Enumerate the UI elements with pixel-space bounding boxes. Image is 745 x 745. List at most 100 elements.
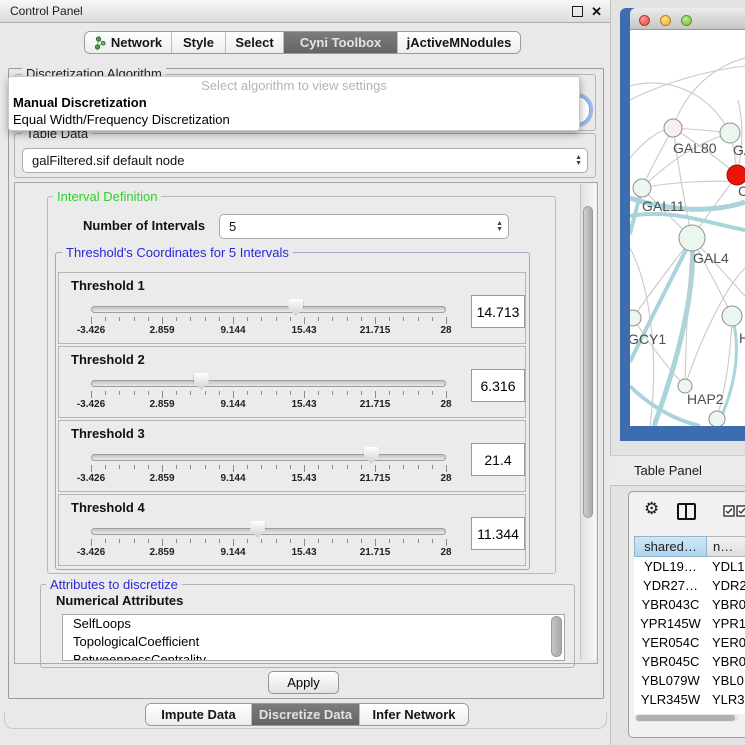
table-hscrollbar-thumb[interactable] (636, 715, 735, 721)
tick-mark (176, 539, 177, 543)
slider-track[interactable] (91, 306, 446, 313)
slider-track[interactable] (91, 528, 446, 535)
table-row[interactable]: YPR145WYPR1 (634, 614, 745, 633)
tick-label: 28 (440, 399, 451, 410)
tick-mark (134, 539, 135, 543)
tick-mark (347, 391, 348, 395)
network-node-gal11[interactable] (633, 179, 651, 197)
tick-mark (318, 391, 319, 395)
tick-mark (119, 465, 120, 469)
tab-discretize-data[interactable]: Discretize Data (251, 704, 359, 725)
attributes-scrollbar-thumb[interactable] (551, 616, 562, 657)
tick-label: 21.715 (360, 325, 391, 336)
threshold-label: Threshold 2 (71, 352, 145, 367)
zoom-window-icon[interactable] (681, 15, 692, 26)
list-item[interactable]: BetweennessCentrality (63, 651, 564, 661)
attributes-list[interactable]: SelfLoopsTopologicalCoefficientBetweenne… (62, 614, 565, 661)
table-hscrollbar[interactable] (635, 714, 738, 722)
thresholds-group-title: Threshold's Coordinates for 5 Intervals (62, 246, 293, 259)
cell-shared-name: YBL079W (634, 671, 707, 690)
slider-thumb[interactable] (288, 299, 303, 316)
tick-mark (389, 465, 390, 469)
tab-select[interactable]: Select (225, 32, 283, 53)
num-intervals-spinner[interactable]: 5 ▲▼ (219, 214, 509, 239)
network-edge[interactable] (642, 128, 673, 188)
table-header-shared-name[interactable]: shared… (634, 536, 707, 557)
table-header-name[interactable]: n… (707, 536, 745, 557)
gear-icon[interactable]: ⚙ (644, 499, 659, 519)
list-item[interactable]: SelfLoops (63, 615, 564, 633)
network-node-gal80[interactable] (664, 119, 682, 137)
network-node-c[interactable] (727, 165, 745, 185)
tick-mark (91, 539, 92, 546)
tab-infer-network[interactable]: Infer Network (359, 704, 468, 725)
tick-label: 28 (440, 547, 451, 558)
tick-mark (148, 391, 149, 395)
tick-mark (304, 317, 305, 324)
split-columns-icon[interactable] (677, 503, 696, 520)
tick-mark (233, 539, 234, 546)
tab-jactivemnodules[interactable]: jActiveMNodules (397, 32, 520, 53)
cell-shared-name: YER054C (634, 633, 707, 652)
table-row[interactable]: YER054CYER0 (634, 633, 745, 652)
tick-mark (219, 317, 220, 321)
apply-button[interactable]: Apply (268, 671, 339, 694)
tab-style[interactable]: Style (171, 32, 225, 53)
network-node-gcy1[interactable] (630, 310, 641, 326)
slider-track[interactable] (91, 380, 446, 387)
algorithm-option[interactable]: Manual Discretization (9, 94, 579, 111)
threshold-slider-group: Threshold 4-3.4262.8599.14415.4321.71528… (58, 494, 526, 566)
network-graph[interactable]: GAL80GACGAL11GAL4GCY1HHAP2 (630, 30, 745, 426)
slider-track[interactable] (91, 454, 446, 461)
tick-mark (446, 391, 447, 398)
close-panel-icon[interactable]: ✕ (591, 1, 602, 23)
tick-mark (418, 539, 419, 543)
checkbox-icon[interactable] (736, 505, 745, 517)
tab-impute-data[interactable]: Impute Data (146, 704, 251, 725)
network-node-gal4[interactable] (679, 225, 705, 251)
threshold-value-field[interactable]: 11.344 (471, 517, 525, 550)
algorithm-hint: Select algorithm to view settings (9, 77, 579, 94)
tick-mark (148, 539, 149, 543)
tab-network[interactable]: Network (85, 32, 171, 53)
network-node[interactable] (709, 411, 725, 426)
slider-thumb[interactable] (250, 521, 265, 538)
table-row[interactable]: YDL19…YDL1 (634, 557, 745, 576)
table-data-combobox[interactable]: galFiltered.sif default node ▲▼ (22, 148, 588, 173)
threshold-value-field[interactable]: 6.316 (471, 369, 525, 402)
tick-mark (233, 317, 234, 324)
table-row[interactable]: YLR345WYLR3 (634, 690, 745, 709)
slider-thumb[interactable] (194, 373, 209, 390)
close-window-icon[interactable] (639, 15, 650, 26)
network-window-titlebar[interactable] (630, 8, 745, 30)
settings-scrollbar[interactable] (580, 184, 596, 660)
threshold-value-field[interactable]: 21.4 (471, 443, 525, 476)
network-node-label: C (738, 183, 745, 199)
minimize-window-icon[interactable] (660, 15, 671, 26)
network-edge[interactable] (673, 58, 745, 128)
list-item[interactable]: TopologicalCoefficient (63, 633, 564, 651)
settings-scrollbar-thumb[interactable] (583, 206, 593, 518)
node-table[interactable]: YDL19…YDL1YDR27…YDR2YBR043CYBR0YPR145WYP… (634, 536, 745, 714)
table-row[interactable]: YBR043CYBR0 (634, 595, 745, 614)
tick-mark (162, 539, 163, 546)
network-node-h[interactable] (722, 306, 742, 326)
slider-thumb[interactable] (364, 447, 379, 464)
table-row[interactable]: YDR27…YDR2 (634, 576, 745, 595)
network-canvas[interactable]: GAL80GACGAL11GAL4GCY1HHAP2 (630, 30, 745, 426)
tick-mark (389, 391, 390, 395)
threshold-value-field[interactable]: 14.713 (471, 295, 525, 328)
cell-name: YBL0 (712, 671, 744, 690)
table-row[interactable]: YBL079W YBL0 (634, 671, 745, 690)
table-row[interactable]: YBR045CYBR0 (634, 652, 745, 671)
float-panel-icon[interactable] (572, 6, 583, 17)
tick-mark (276, 539, 277, 543)
tab-cyni-toolbox[interactable]: Cyni Toolbox (283, 32, 397, 53)
network-node-ga[interactable] (720, 123, 740, 143)
algorithm-option[interactable]: Equal Width/Frequency Discretization (9, 111, 579, 128)
tick-label: 9.144 (220, 399, 245, 410)
numerical-attributes-label: Numerical Attributes (56, 593, 183, 608)
tick-mark (276, 465, 277, 469)
attributes-scrollbar[interactable] (551, 616, 562, 657)
checkbox-icon[interactable] (723, 505, 735, 517)
